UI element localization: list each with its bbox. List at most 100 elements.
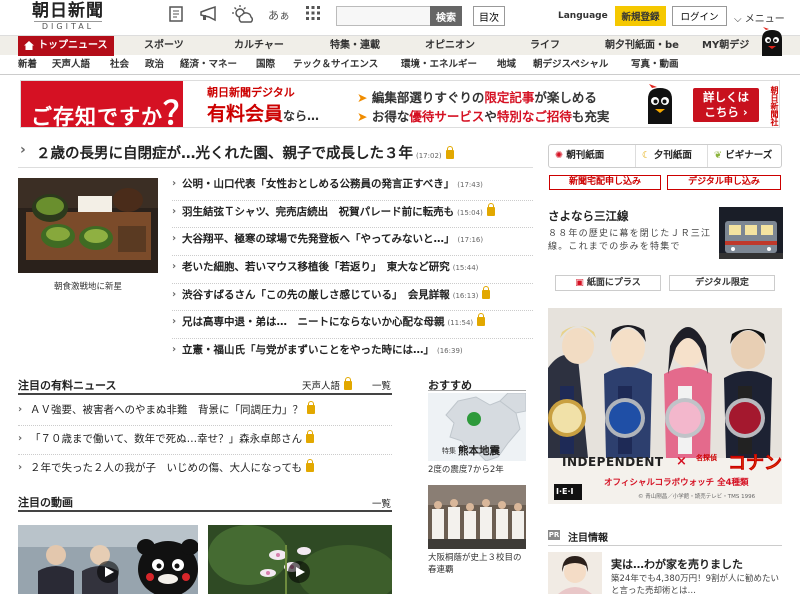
promo-body[interactable]: 築24年でも4,380万円！9割が人に勧めたいと言った売却術とは… — [611, 573, 781, 594]
chevron-right-icon: › — [18, 404, 23, 415]
videos-title: 注目の動画 — [18, 496, 73, 509]
baseball-caption[interactable]: 大阪桐蔭が史上３校目の春連覇 — [428, 552, 528, 576]
videos-list-link[interactable]: 一覧 — [372, 496, 391, 510]
headline-item[interactable]: › 兄は高専中退・弟は… ニートにならないか心配な母親 (11:54) — [172, 311, 533, 340]
play-icon — [97, 561, 119, 583]
baseball-photo[interactable] — [428, 485, 526, 549]
promo-photo[interactable] — [548, 552, 602, 594]
paid-news-list-link[interactable]: 一覧 — [372, 378, 391, 392]
tensei-jingo-link[interactable]: 天声人語 — [302, 377, 353, 392]
banner-benefit-1: ➤ 編集部選りすぐりの限定記事が楽しめる — [357, 90, 597, 105]
search-button[interactable]: 検索 — [430, 6, 462, 26]
subnav-international[interactable]: 国際 — [256, 55, 275, 75]
headline-item[interactable]: › 立憲・福山氏「与党がまずいことをやった時には…」 (16:39) — [172, 339, 533, 367]
site-logo[interactable]: 朝日新聞 DIGITAL — [24, 1, 112, 32]
nav-culture[interactable]: カルチャー — [234, 36, 284, 56]
paid-news-title: 注目の有料ニュース — [18, 379, 117, 392]
sun-icon: ✺ — [555, 150, 563, 161]
feature-body[interactable]: ８８年の歴史に幕を閉じたＪＲ三江線。これまでの歩みを特集で — [548, 228, 712, 254]
subnav-environment[interactable]: 環境・エネルギー — [401, 55, 477, 75]
promo-title[interactable]: 実は…わが家を売りました — [611, 556, 743, 572]
headline-item[interactable]: › 渋谷すばるさん「この先の厳しさ感じている」 会見詳報 (16:13) — [172, 284, 533, 312]
video-thumbnail[interactable] — [18, 525, 198, 594]
advertisement-watch[interactable]: INDEPENDENT × 名探偵 コナン オフィシャルコラボウォッチ 全4種類… — [548, 308, 782, 504]
menu-button[interactable]: ⌵ メニュー — [734, 10, 785, 25]
megaphone-icon[interactable] — [198, 5, 220, 27]
font-size-icon[interactable]: あぁ — [268, 5, 290, 27]
nav-sports[interactable]: スポーツ — [144, 36, 184, 56]
headline-item[interactable]: › 大谷翔平、極寒の球場で先発登板へ「やってみないと…」 (17:16) — [172, 228, 533, 257]
banner-seal: 朝日新聞社 — [770, 86, 779, 126]
nav-print-edition[interactable]: 朝夕刊紙面・be — [605, 36, 679, 56]
morning-edition-tab[interactable]: ✺ 朝刊紙面 — [555, 145, 604, 167]
search-input[interactable] — [336, 6, 430, 26]
headline-item[interactable]: › 老いた細胞、若いマウス移植後「若返り」 東大など研究 (15:44) — [172, 256, 533, 284]
banner-paid-member: 有料会員なら… — [207, 103, 320, 125]
lock-icon — [477, 313, 486, 327]
beginners-tab[interactable]: ❦ ビギナーズ — [707, 145, 772, 167]
lead-story[interactable]: › ２歳の長男に自閉症が…光くれた園、親子で成長した３年 (17:02) — [18, 142, 533, 168]
newspaper-icon[interactable] — [165, 5, 187, 27]
delivery-signup-button[interactable]: 新聞宅配申し込み — [549, 175, 661, 190]
paid-news-item[interactable]: › ２年で失った２人の我が子 いじめの傷、大人になっても — [18, 455, 392, 484]
nav-life[interactable]: ライフ — [530, 36, 560, 56]
site-header: 朝日新聞 DIGITAL あぁ 検索 目次 Language 新規登録 ログイン… — [0, 0, 800, 34]
nav-my-asahi[interactable]: MY朝デジ — [702, 36, 749, 56]
mascot-icon — [762, 27, 782, 56]
subnav-photo-video[interactable]: 写真・動画 — [631, 55, 679, 75]
moon-icon: ☾ — [642, 150, 651, 161]
nav-label: トップニュース — [38, 40, 108, 51]
banner-details-button[interactable]: 詳しくは こちら › — [693, 88, 759, 122]
weather-icon[interactable] — [232, 5, 254, 27]
chevron-down-icon: ⌵ — [734, 14, 742, 25]
index-button[interactable]: 目次 — [473, 6, 505, 26]
digital-limited-button[interactable]: デジタル限定 — [669, 275, 775, 291]
main-nav: トップニュース スポーツ カルチャー 特集・連載 オピニオン ライフ 朝夕刊紙面… — [0, 35, 800, 56]
subnav-economy[interactable]: 経済・マネー — [180, 55, 237, 75]
subnav-tensei-jingo[interactable]: 天声人語 — [52, 55, 90, 75]
map-caption[interactable]: 2度の震度7から2年 — [428, 463, 504, 475]
section-divider — [548, 545, 782, 546]
nav-features[interactable]: 特集・連載 — [330, 36, 380, 56]
ad-title: コナン — [728, 453, 782, 475]
nav-top-news[interactable]: トップニュース — [18, 36, 114, 56]
lead-story-title[interactable]: ２歳の長男に自閉症が…光くれた園、親子で成長した３年 (17:02) — [36, 142, 454, 163]
paid-news-list: › ＡＶ強要、被害者へのやまぬ非難 背景に「同調圧力」？ › 「７０歳まで働いて、数… — [18, 397, 392, 484]
subnav-special[interactable]: 朝デジスペシャル — [533, 55, 608, 75]
signup-button[interactable]: 新規登録 — [615, 6, 666, 26]
chevron-right-icon: › — [172, 316, 177, 328]
feature-title[interactable]: さよなら三江線 — [548, 208, 629, 224]
breakfast-photo[interactable] — [18, 178, 158, 273]
paid-news-item[interactable]: › ＡＶ強要、被害者へのやまぬ非難 背景に「同調圧力」？ — [18, 397, 392, 426]
lock-icon — [445, 146, 454, 159]
chevron-right-icon: › — [172, 233, 177, 245]
paid-news-item[interactable]: › 「７０歳まで働いて、数年で死ぬ…幸せ？」森永卓郎さん — [18, 426, 392, 455]
chevron-right-icon: › — [172, 288, 177, 300]
chevron-right-icon: › — [172, 344, 177, 356]
nav-opinion[interactable]: オピニオン — [425, 36, 475, 56]
login-button[interactable]: ログイン — [672, 6, 727, 26]
evening-edition-tab[interactable]: ☾ 夕刊紙面 — [635, 145, 692, 167]
paper-edition-tabs: ✺ 朝刊紙面 ☾ 夕刊紙面 ❦ ビギナーズ — [548, 144, 782, 168]
video-thumbnail[interactable] — [208, 525, 392, 594]
subnav-latest[interactable]: 新着 — [18, 55, 37, 75]
section-divider — [18, 510, 392, 512]
train-photo[interactable] — [719, 207, 783, 259]
subnav-politics[interactable]: 政治 — [145, 55, 164, 75]
headline-item[interactable]: › 羽生結弦Ｔシャツ、完売店続出 祝賀パレード前に転売も (15:04) — [172, 201, 533, 229]
subnav-regional[interactable]: 地域 — [497, 55, 516, 75]
lock-icon — [486, 202, 495, 216]
subnav-tech-science[interactable]: テック＆サイエンス — [293, 55, 378, 75]
kumamoto-map[interactable]: 特集 熊本地震 — [428, 393, 526, 461]
language-link[interactable]: Language — [558, 11, 608, 21]
headline-item[interactable]: › 公明・山口代表「女性おとしめる公務員の発言正すべき」 (17:43) — [172, 173, 533, 201]
subnav-society[interactable]: 社会 — [110, 55, 129, 75]
breakfast-caption[interactable]: 朝食激戦地に新星 — [18, 280, 158, 292]
grid-menu-icon[interactable] — [302, 5, 324, 27]
subscription-banner[interactable]: ご存知ですか？ 朝日新聞デジタル 有料会員なら… ➤ 編集部選りすぐりの限定記事… — [20, 80, 780, 128]
digital-signup-button[interactable]: デジタル申し込み — [667, 175, 781, 190]
ad-brand: INDEPENDENT — [562, 455, 664, 469]
lock-icon — [307, 401, 315, 414]
print-plus-button[interactable]: ▣ 紙面にプラス — [555, 275, 661, 291]
chevron-right-icon: › — [172, 261, 177, 273]
